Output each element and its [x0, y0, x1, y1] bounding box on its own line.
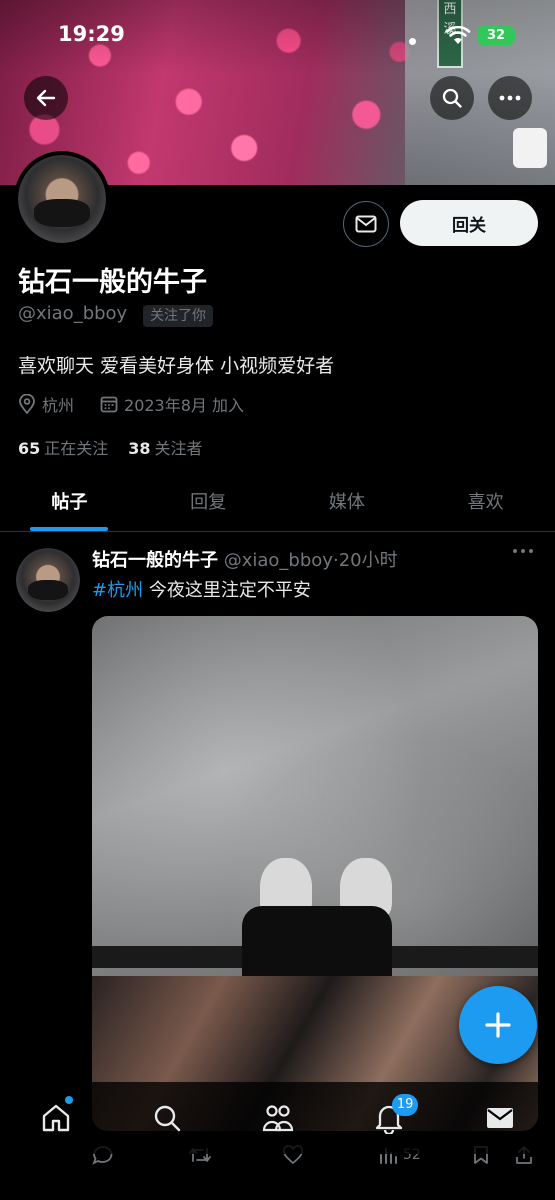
mail-icon — [486, 1108, 513, 1128]
calendar-icon — [100, 396, 118, 413]
nav-messages[interactable] — [444, 1082, 555, 1154]
arrow-left-icon — [36, 89, 56, 107]
avatar-image — [18, 155, 106, 243]
profile-bio: 喜欢聊天 爱看美好身体 小视频爱好者 — [18, 355, 335, 377]
communities-icon — [262, 1105, 293, 1132]
nav-communities[interactable] — [222, 1082, 333, 1154]
tweet-more-icon[interactable] — [512, 548, 534, 554]
followers-link[interactable]: 38 关注者 — [128, 435, 202, 459]
tweet-time: 20小时 — [338, 550, 398, 571]
status-bar: 19:29 32 — [0, 0, 555, 70]
following-link[interactable]: 65 正在关注 — [18, 435, 108, 459]
tab-media[interactable]: 媒体 — [278, 470, 417, 531]
tweet-body: 今夜这里注定不平安 — [148, 580, 311, 601]
back-button[interactable] — [24, 76, 68, 120]
search-button[interactable] — [430, 76, 474, 120]
search-icon — [442, 88, 462, 108]
compose-button[interactable] — [459, 986, 537, 1064]
wifi-icon — [445, 26, 471, 44]
battery-indicator: 32 — [477, 26, 515, 45]
tweet-header: 钻石一般的牛子 @xiao_bboy·20小时 — [92, 546, 398, 572]
profile-avatar[interactable] — [14, 151, 110, 247]
location-pin-icon — [19, 394, 35, 414]
camera-indicator-icon — [409, 38, 416, 45]
envelope-icon — [355, 215, 377, 233]
home-icon — [42, 1104, 69, 1132]
tab-likes[interactable]: 喜欢 — [416, 470, 555, 531]
banner-car — [513, 128, 547, 168]
profile-handle: @xiao_bboy — [18, 303, 128, 324]
profile-meta: 杭州 2023年8月 加入 — [18, 392, 244, 416]
tab-posts[interactable]: 帖子 — [0, 470, 139, 531]
tweet-hashtag[interactable]: #杭州 — [92, 580, 143, 601]
profile-stats: 65 正在关注 38 关注者 — [18, 435, 203, 459]
tab-replies[interactable]: 回复 — [139, 470, 278, 531]
following-count: 65 — [18, 439, 41, 458]
notification-badge: 19 — [391, 1094, 419, 1116]
follow-back-button[interactable]: 回关 — [400, 200, 538, 246]
message-button[interactable] — [343, 201, 389, 247]
tweet-avatar[interactable] — [16, 548, 80, 612]
followers-label: 关注者 — [154, 439, 203, 458]
tweet-text: #杭州 今夜这里注定不平安 — [92, 576, 311, 602]
nav-notifications[interactable]: 19 — [333, 1082, 444, 1154]
tweet-author-name[interactable]: 钻石一般的牛子 — [92, 550, 218, 571]
followers-count: 38 — [128, 439, 151, 458]
search-icon — [154, 1105, 180, 1132]
nav-home[interactable] — [0, 1082, 111, 1154]
home-new-indicator — [65, 1096, 74, 1104]
nav-search[interactable] — [111, 1082, 222, 1154]
profile-joined-date: 2023年8月 加入 — [124, 396, 245, 415]
tweet-author-handle: @xiao_bboy — [223, 550, 333, 571]
plus-icon — [485, 1012, 511, 1038]
more-dots-icon — [499, 95, 521, 101]
profile-tabs: 帖子 回复 媒体 喜欢 — [0, 470, 555, 532]
follows-you-badge: 关注了你 — [143, 305, 213, 327]
more-options-button[interactable] — [488, 76, 532, 120]
profile-name: 钻石一般的牛子 — [18, 267, 207, 298]
bottom-navigation: 19 — [0, 1082, 555, 1154]
status-time: 19:29 — [58, 22, 125, 46]
following-label: 正在关注 — [44, 439, 109, 458]
profile-location: 杭州 — [42, 396, 75, 415]
tweet-avatar-image — [16, 548, 80, 612]
